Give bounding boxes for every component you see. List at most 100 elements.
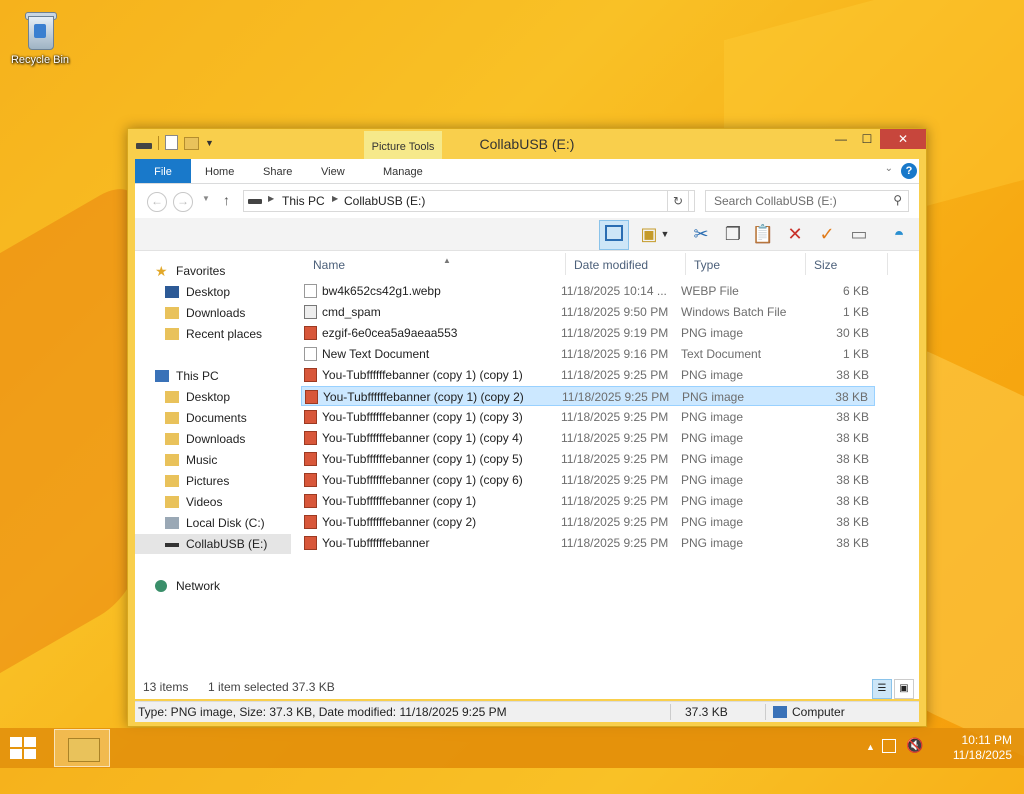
divider <box>670 704 671 720</box>
folder-icon <box>165 454 179 466</box>
file-row[interactable]: You-Tubffffffebanner (copy 1) (copy 6) 11… <box>301 470 875 490</box>
nav-favorites[interactable]: ★ Favorites <box>135 261 291 281</box>
txt-file-icon <box>304 284 317 298</box>
search-icon[interactable]: ⚲ <box>893 193 902 207</box>
column-header-date[interactable]: Date modified <box>574 255 648 275</box>
nav-this-pc[interactable]: This PC <box>135 366 291 386</box>
details-view-button[interactable]: ☰ <box>872 679 892 699</box>
nav-label: Downloads <box>186 306 246 320</box>
tab-file[interactable]: File <box>135 159 191 183</box>
breadcrumb-separator[interactable]: ▶ <box>268 194 274 203</box>
volume-muted-icon[interactable]: 🔇 <box>906 737 923 754</box>
file-row[interactable]: You-Tubffffffebanner (copy 1) (copy 3) 11… <box>301 407 875 427</box>
close-button[interactable]: ✕ <box>880 129 926 149</box>
nav-pc-desktop[interactable]: Desktop <box>135 387 291 407</box>
taskbar-file-explorer-button[interactable] <box>54 729 110 767</box>
file-type: PNG image <box>681 368 744 382</box>
back-button[interactable]: ← <box>147 192 167 212</box>
file-date: 11/18/2025 9:25 PM <box>561 536 669 550</box>
breadcrumb-this-pc[interactable]: This PC <box>282 194 325 208</box>
file-row[interactable]: bw4k652cs42g1.webp 11/18/2025 10:14 ... WE… <box>301 281 875 301</box>
details-bar: Type: PNG image, Size: 37.3 KB, Date mod… <box>135 701 919 722</box>
properties-icon[interactable]: ▭ <box>845 220 873 248</box>
file-type: PNG image <box>681 536 744 550</box>
network-tray-icon[interactable] <box>882 739 896 753</box>
nav-pc-documents[interactable]: Documents <box>135 408 291 428</box>
file-row[interactable]: You-Tubffffffebanner (copy 2) 11/18/2025 … <box>301 512 875 532</box>
address-bar[interactable]: ▶ This PC ▶ CollabUSB (E:) ▼ <box>243 190 695 212</box>
new-folder-icon[interactable] <box>184 137 199 150</box>
start-button[interactable] <box>10 737 38 761</box>
tab-home[interactable]: Home <box>205 159 234 183</box>
delete-icon[interactable]: ✕ <box>781 220 809 248</box>
file-name: You-Tubffffffebanner (copy 1) (copy 3) <box>322 410 523 424</box>
minimize-button[interactable]: — <box>828 129 854 149</box>
breadcrumb-separator[interactable]: ▶ <box>332 194 338 203</box>
rename-check-icon[interactable]: ✓ <box>813 220 841 248</box>
properties-icon[interactable] <box>165 135 178 150</box>
search-box[interactable]: Search CollabUSB (E:) ⚲ <box>705 190 909 212</box>
column-header-name[interactable]: Name ▲ <box>313 255 451 275</box>
command-toolbar: ▣ ▼ ✂ ❐ 📋 ✕ ✓ ▭ ◓ <box>135 218 919 251</box>
nav-pc-collabusb[interactable]: CollabUSB (E:) <box>135 534 291 554</box>
file-row[interactable]: You-Tubffffffebanner 11/18/2025 9:25 PM PN… <box>301 533 875 553</box>
up-button[interactable]: ↑ <box>223 192 230 208</box>
cut-icon[interactable]: ✂ <box>687 220 715 248</box>
png-file-icon <box>304 536 317 550</box>
show-hidden-icons-icon[interactable]: ▲ <box>866 742 875 752</box>
breadcrumb-collabusb[interactable]: CollabUSB (E:) <box>344 194 425 208</box>
file-row[interactable]: You-Tubffffffebanner (copy 1) (copy 4) 11… <box>301 428 875 448</box>
recent-locations-dropdown[interactable]: ▼ <box>202 194 210 203</box>
tab-share[interactable]: Share <box>263 159 292 183</box>
wallpaper-swoosh <box>0 172 140 708</box>
file-size: 6 KB <box>842 284 869 298</box>
maximize-button[interactable]: ☐ <box>854 129 880 149</box>
file-date: 11/18/2025 9:19 PM <box>561 326 669 340</box>
file-row[interactable]: You-Tubffffffebanner (copy 1) 11/18/2025 … <box>301 491 875 511</box>
file-row[interactable]: ezgif-6e0cea5a9aeaa553 11/18/2025 9:19 PM… <box>301 323 875 343</box>
column-header-type[interactable]: Type <box>694 255 720 275</box>
column-divider[interactable] <box>685 253 686 275</box>
column-divider[interactable] <box>565 253 566 275</box>
nav-pc-pictures[interactable]: Pictures <box>135 471 291 491</box>
column-header-size[interactable]: Size <box>814 255 837 275</box>
nav-pc-downloads[interactable]: Downloads <box>135 429 291 449</box>
nav-pc-videos[interactable]: Videos <box>135 492 291 512</box>
options-dropdown-icon[interactable]: ▼ <box>659 220 671 248</box>
nav-fav-downloads[interactable]: Downloads <box>135 303 291 323</box>
title-bar[interactable]: ▼ Picture Tools CollabUSB (E:) — ☐ ✕ <box>128 129 926 159</box>
file-date: 11/18/2025 9:25 PM <box>561 494 669 508</box>
tab-view[interactable]: View <box>321 159 345 183</box>
copy-icon[interactable]: ❐ <box>719 220 747 248</box>
nav-pc-music[interactable]: Music <box>135 450 291 470</box>
file-row[interactable]: You-Tubffffffebanner (copy 1) (copy 2) 11… <box>301 386 875 406</box>
file-type: PNG image <box>681 494 744 508</box>
png-file-icon <box>304 368 317 382</box>
customize-toolbar-icon[interactable]: ▼ <box>205 136 219 150</box>
tab-manage[interactable]: Manage <box>383 159 423 183</box>
large-icons-view-button[interactable]: ▣ <box>894 679 914 699</box>
file-row[interactable]: New Text Document 11/18/2025 9:16 PM Text … <box>301 344 875 364</box>
file-type: PNG image <box>682 390 745 404</box>
file-row[interactable]: cmd_spam 11/18/2025 9:50 PM Windows Batch … <box>301 302 875 322</box>
file-row[interactable]: You-Tubffffffebanner (copy 1) (copy 1) 11… <box>301 365 875 385</box>
column-divider[interactable] <box>887 253 888 275</box>
help-button[interactable]: ? <box>901 163 917 179</box>
column-divider[interactable] <box>805 253 806 275</box>
shell-icon[interactable]: ◓ <box>885 220 913 248</box>
computer-icon <box>773 706 787 718</box>
preview-pane-icon[interactable] <box>599 220 629 250</box>
forward-button[interactable]: → <box>173 192 193 212</box>
nav-fav-desktop[interactable]: Desktop <box>135 282 291 302</box>
collapse-ribbon-icon[interactable]: ⌄ <box>885 163 893 174</box>
nav-fav-recent[interactable]: Recent places <box>135 324 291 344</box>
nav-pc-local-disk[interactable]: Local Disk (C:) <box>135 513 291 533</box>
nav-network[interactable]: Network <box>135 576 291 596</box>
file-row[interactable]: You-Tubffffffebanner (copy 1) (copy 5) 11… <box>301 449 875 469</box>
clock[interactable]: 10:11 PM 11/18/2025 <box>953 733 1012 763</box>
recycle-bin-desktop-icon[interactable]: Recycle Bin <box>6 6 74 66</box>
file-size: 38 KB <box>836 515 869 529</box>
paste-icon[interactable]: 📋 <box>749 220 777 248</box>
refresh-button[interactable]: ↻ <box>667 190 689 212</box>
downloads-icon <box>165 307 179 319</box>
